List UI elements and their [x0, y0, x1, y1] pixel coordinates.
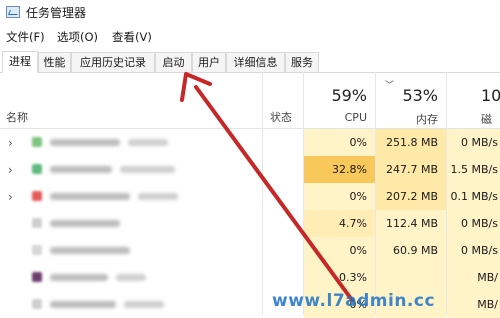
watermark-text: www.l7admin.cc [272, 291, 436, 311]
arrow-shaft [194, 85, 354, 302]
annotation-arrow [180, 72, 354, 302]
